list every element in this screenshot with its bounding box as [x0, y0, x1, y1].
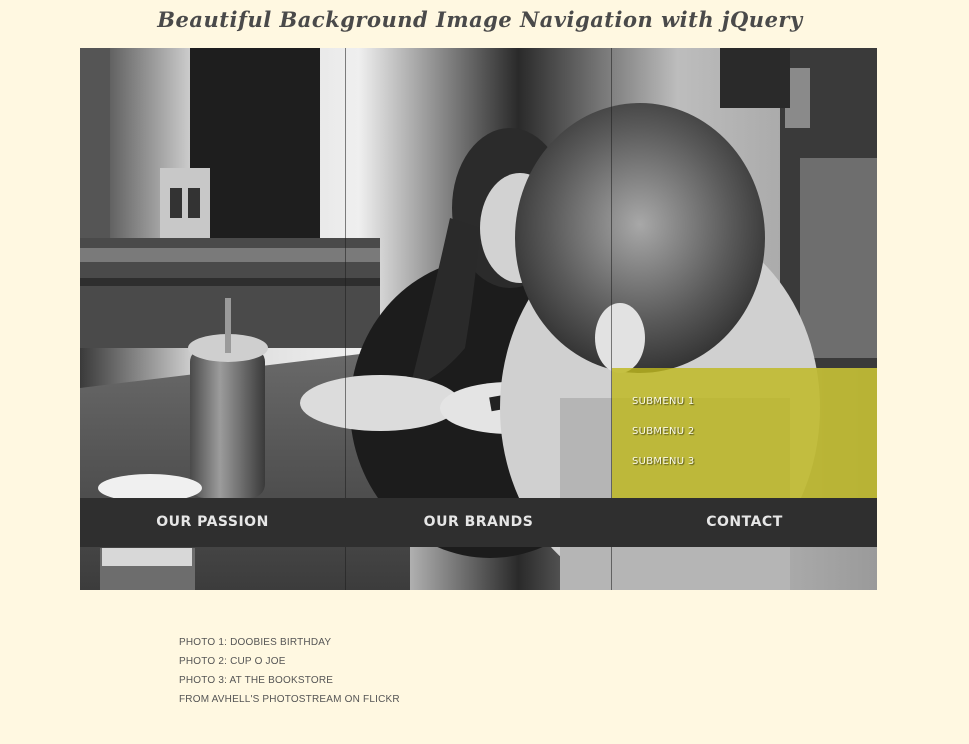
submenu-item-1[interactable]: Submenu 1	[632, 396, 695, 407]
credit-link-photo-1[interactable]: PHOTO 1: DOOBIES BIRTHDAY	[179, 637, 331, 648]
credit-link-photo-3[interactable]: PHOTO 3: AT THE BOOKSTORE	[179, 675, 333, 686]
photo-credits: PHOTO 1: DOOBIES BIRTHDAY PHOTO 2: CUP O…	[179, 636, 400, 712]
credit-line-photo-1[interactable]: PHOTO 1: DOOBIES BIRTHDAY	[179, 636, 400, 655]
credit-line-source[interactable]: FROM AVHELL'S PHOTOSTREAM ON FLICKR	[179, 693, 400, 712]
credit-line-photo-3[interactable]: PHOTO 3: AT THE BOOKSTORE	[179, 674, 400, 693]
nav-item-our-brands[interactable]: Our Brands	[346, 498, 611, 547]
nav-item-our-passion[interactable]: Our Passion	[80, 498, 345, 547]
submenu-item-2[interactable]: Submenu 2	[632, 426, 695, 437]
submenu-item-3[interactable]: Submenu 3	[632, 456, 695, 467]
image-navigation-stage: Submenu 1 Submenu 2 Submenu 3 Our Passio…	[80, 48, 877, 590]
nav-item-contact[interactable]: Contact	[612, 498, 877, 547]
credit-link-photo-2[interactable]: PHOTO 2: CUP O JOE	[179, 656, 286, 667]
contact-submenu-panel: Submenu 1 Submenu 2 Submenu 3	[612, 368, 877, 498]
page-title: Beautiful Background Image Navigation wi…	[157, 7, 803, 32]
credit-link-source[interactable]: FROM AVHELL'S PHOTOSTREAM ON FLICKR	[179, 694, 400, 705]
main-navigation: Our Passion Our Brands Contact	[80, 498, 877, 547]
credit-line-photo-2[interactable]: PHOTO 2: CUP O JOE	[179, 655, 400, 674]
